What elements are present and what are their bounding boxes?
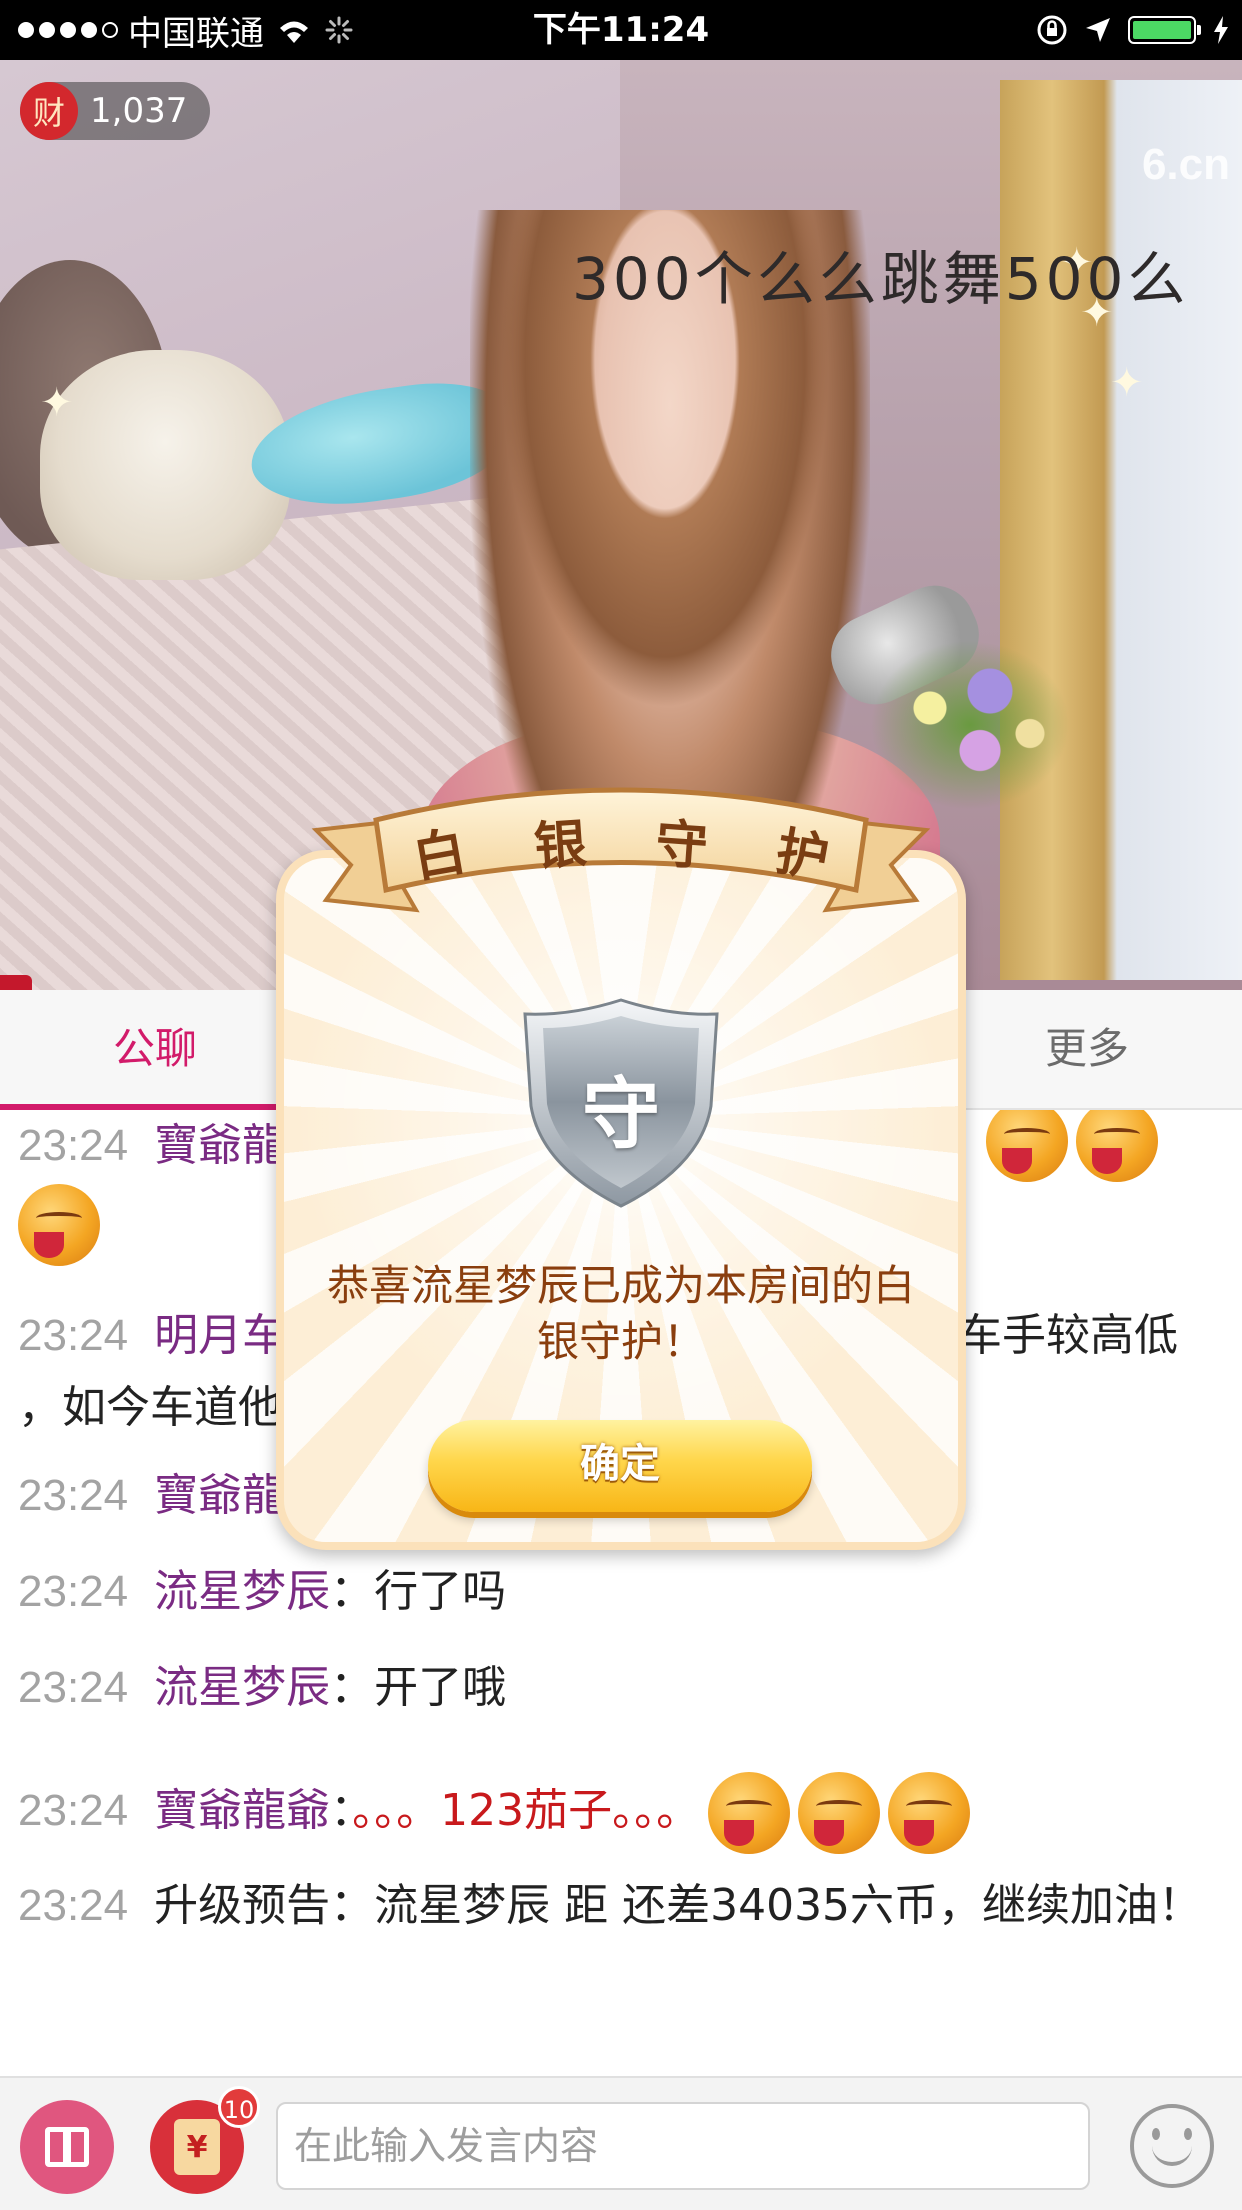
message-colon: ： [330, 1566, 375, 1617]
message-username[interactable]: 流星梦辰 [154, 1662, 330, 1713]
red-envelope-icon: ¥ [174, 2119, 220, 2175]
title-char: 守 [653, 812, 710, 878]
title-char: 护 [771, 820, 834, 890]
message-time: 23:24 [18, 1786, 129, 1835]
gift-icon [45, 2127, 89, 2167]
message-username[interactable]: 寶爺龍爺 [154, 1785, 330, 1836]
message-text: 流星梦辰 距 还差34035六币，继续加油！ [374, 1880, 1203, 1931]
message-time: 23:24 [18, 1311, 129, 1360]
chat-message: 23:24 寶爺龍爺：。。。123茄子。。。 [18, 1772, 1224, 1854]
message-time: 23:24 [18, 1567, 129, 1616]
chat-message: 23:24 流星梦辰：开了哦 [18, 1652, 1224, 1724]
message-username[interactable]: 寶爺龍 [154, 1120, 286, 1171]
bolt-icon [1214, 16, 1228, 44]
title-char: 白 [408, 820, 471, 890]
upgrade-notice-label: 升级预告 [154, 1880, 331, 1931]
tab-more[interactable]: 更多 [932, 990, 1242, 1108]
site-logo: 6.cn [1141, 140, 1230, 189]
battery-fill [1133, 21, 1191, 39]
message-text: 车手较高低 [958, 1310, 1178, 1361]
red-envelope-count-badge: 10 [218, 2086, 260, 2128]
battery-icon [1128, 16, 1201, 44]
confirm-button[interactable]: 确定 [428, 1420, 812, 1512]
orientation-lock-icon [1037, 15, 1067, 45]
message-username[interactable]: 流星梦辰 [154, 1566, 330, 1617]
video-caption: 300个么么跳舞500么 [572, 245, 1190, 313]
message-time: 23:24 [18, 1471, 129, 1520]
status-bar: 中国联通 下午11:24 [0, 0, 1242, 60]
emoji-icon [18, 1184, 100, 1266]
message-colon: ： [330, 1662, 375, 1713]
wealth-badge[interactable]: 财 1,037 [20, 82, 210, 140]
title-char: 银 [532, 812, 589, 878]
message-time: 23:24 [18, 1881, 129, 1930]
message-time: 23:24 [18, 1663, 129, 1712]
message-text: 行了吗 [374, 1566, 507, 1617]
chat-message: 23:24 流星梦辰：行了吗 [18, 1556, 1224, 1628]
chat-message-input[interactable] [276, 2102, 1090, 2190]
emoji-icon [888, 1772, 971, 1854]
dialog-title: 白 银 守 护 [376, 800, 866, 890]
sparkle-decoration: ✦ [1110, 360, 1144, 406]
message-username[interactable]: 明月车 [154, 1310, 286, 1361]
emoji-icon [708, 1772, 791, 1854]
sparkle-decoration: ✦ [40, 380, 74, 426]
wealth-count: 1,037 [90, 91, 188, 131]
video-scene-detail [0, 975, 32, 990]
message-text: 开了哦 [374, 1662, 507, 1713]
wealth-icon: 财 [20, 82, 78, 140]
message-time: 23:24 [18, 1121, 129, 1170]
shield-label: 守 [581, 1069, 660, 1160]
emoji-icon [1076, 1110, 1158, 1182]
smiley-icon[interactable] [1130, 2104, 1214, 2188]
message-text: ，如今车道他 [18, 1382, 282, 1433]
status-right [1036, 0, 1230, 60]
message-colon: ： [330, 1785, 353, 1836]
dialog-message: 恭喜流星梦辰已成为本房间的白银守护！ [326, 1261, 915, 1366]
tab-public-chat[interactable]: 公聊 [0, 990, 310, 1108]
emoji-icon [986, 1110, 1068, 1182]
message-colon: ： [330, 1880, 375, 1931]
gift-button[interactable] [20, 2100, 114, 2194]
video-scene-detail [1000, 80, 1242, 980]
message-text: 。。。123茄子。。。 [352, 1785, 701, 1836]
emoji-icon [798, 1772, 881, 1854]
location-arrow-icon [1086, 18, 1110, 42]
chat-input-bar: ¥ 10 [0, 2076, 1242, 2210]
chat-message-system: 23:24 升级预告：流星梦辰 距 还差34035六币，继续加油！ [18, 1870, 1224, 1942]
